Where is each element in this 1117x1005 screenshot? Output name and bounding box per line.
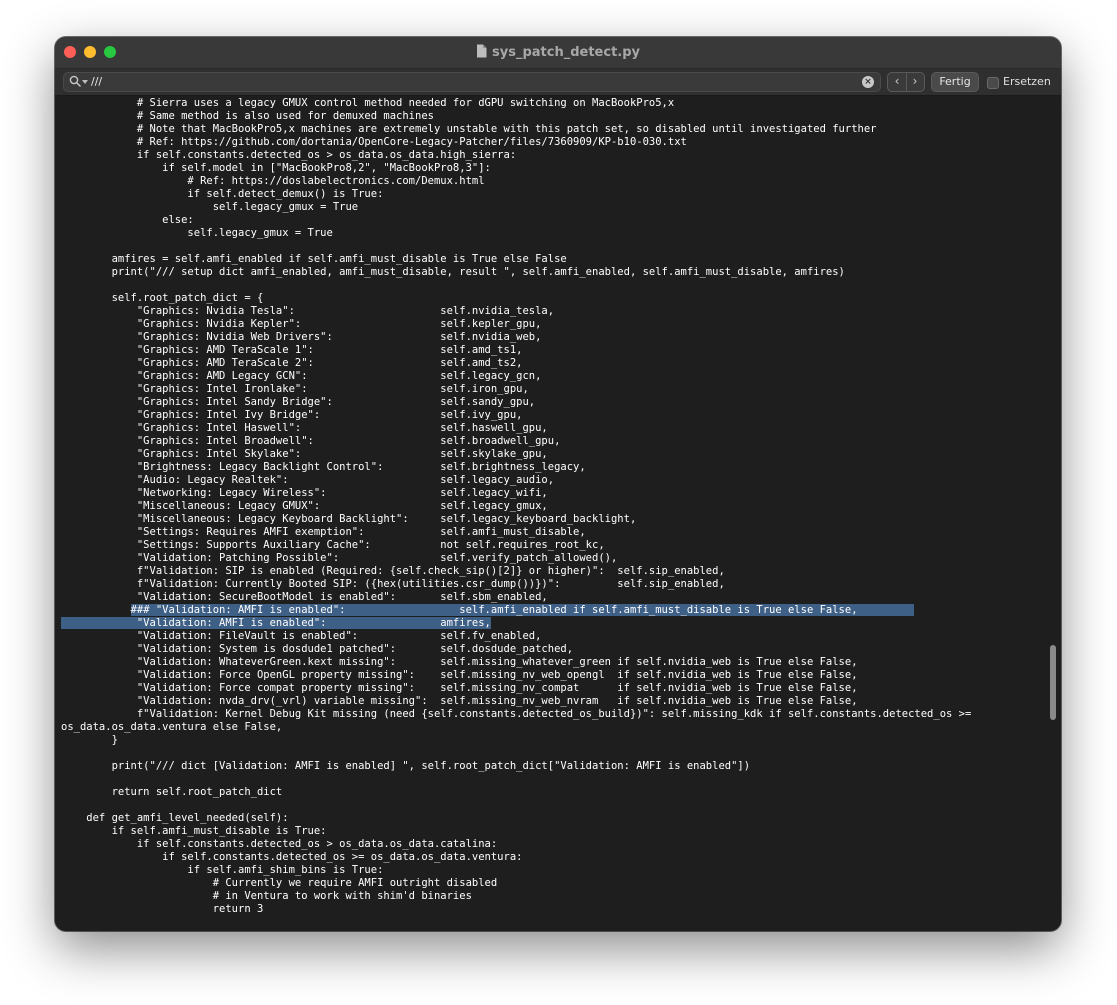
code-line[interactable]: self.root_patch_dict = {: [61, 292, 971, 305]
code-line[interactable]: "Validation: FileVault is enabled": self…: [61, 630, 971, 643]
find-bar: × ‹ › Fertig Ersetzen: [55, 69, 1061, 96]
code-line[interactable]: [61, 773, 971, 786]
code-line[interactable]: if self.constants.detected_os > os_data.…: [61, 149, 971, 162]
code-line[interactable]: else:: [61, 214, 971, 227]
window-title-group: sys_patch_detect.py: [55, 44, 1061, 61]
clear-search-icon[interactable]: ×: [862, 76, 874, 88]
code-line[interactable]: amfires = self.amfi_enabled if self.amfi…: [61, 253, 971, 266]
code-line[interactable]: self.legacy_gmux = True: [61, 201, 971, 214]
code-line[interactable]: "Settings: Requires AMFI exemption": sel…: [61, 526, 971, 539]
code-line[interactable]: # Ref: https://doslabelectronics.com/Dem…: [61, 175, 971, 188]
code-line[interactable]: "Graphics: Intel Haswell": self.haswell_…: [61, 422, 971, 435]
code-text[interactable]: # Sierra uses a legacy GMUX control meth…: [61, 97, 971, 916]
code-line[interactable]: # Sierra uses a legacy GMUX control meth…: [61, 97, 971, 110]
code-line[interactable]: # Note that MacBookPro5,x machines are e…: [61, 123, 971, 136]
code-line[interactable]: [61, 279, 971, 292]
search-input[interactable]: [91, 74, 851, 89]
code-line[interactable]: "Graphics: AMD Legacy GCN": self.legacy_…: [61, 370, 971, 383]
code-line[interactable]: # Currently we require AMFI outright dis…: [61, 877, 971, 890]
code-line[interactable]: "Graphics: Nvidia Kepler": self.kepler_g…: [61, 318, 971, 331]
code-line[interactable]: "Validation: Force OpenGL property missi…: [61, 669, 971, 682]
title-bar: sys_patch_detect.py: [55, 37, 1061, 69]
code-line[interactable]: "Validation: SecureBootModel is enabled"…: [61, 591, 971, 604]
code-line[interactable]: os_data.os_data.ventura else False,: [61, 721, 971, 734]
code-line[interactable]: "Validation: Patching Possible": self.ve…: [61, 552, 971, 565]
code-line[interactable]: if self.constants.detected_os >= os_data…: [61, 851, 971, 864]
code-line[interactable]: "Miscellaneous: Legacy GMUX": self.legac…: [61, 500, 971, 513]
selected-text: ### "Validation: AMFI is enabled": self.…: [130, 604, 915, 616]
code-line[interactable]: "Audio: Legacy Realtek": self.legacy_aud…: [61, 474, 971, 487]
code-line[interactable]: if self.detect_demux() is True:: [61, 188, 971, 201]
code-line[interactable]: [61, 747, 971, 760]
code-line[interactable]: "Graphics: Intel Ironlake": self.iron_gp…: [61, 383, 971, 396]
code-line[interactable]: if self.amfi_shim_bins is True:: [61, 864, 971, 877]
code-line[interactable]: "Graphics: Intel Skylake": self.skylake_…: [61, 448, 971, 461]
code-line[interactable]: "Networking: Legacy Wireless": self.lega…: [61, 487, 971, 500]
selected-text: "Validation: AMFI is enabled": amfires,: [61, 617, 491, 629]
window-title: sys_patch_detect.py: [492, 45, 640, 60]
code-line[interactable]: if self.model in ["MacBookPro8,2", "MacB…: [61, 162, 971, 175]
code-line[interactable]: if self.amfi_must_disable is True:: [61, 825, 971, 838]
replace-label: Ersetzen: [1003, 75, 1051, 88]
code-line[interactable]: "Brightness: Legacy Backlight Control": …: [61, 461, 971, 474]
code-line[interactable]: "Graphics: AMD TeraScale 2": self.amd_ts…: [61, 357, 971, 370]
code-line[interactable]: "Settings: Supports Auxiliary Cache": no…: [61, 539, 971, 552]
code-line[interactable]: return self.root_patch_dict: [61, 786, 971, 799]
code-line[interactable]: "Validation: WhateverGreen.kext missing"…: [61, 656, 971, 669]
code-line[interactable]: print("/// setup dict amfi_enabled, amfi…: [61, 266, 971, 279]
code-line[interactable]: "Graphics: Intel Ivy Bridge": self.ivy_g…: [61, 409, 971, 422]
code-line[interactable]: ### "Validation: AMFI is enabled": self.…: [61, 604, 971, 617]
code-line[interactable]: "Graphics: Nvidia Web Drivers": self.nvi…: [61, 331, 971, 344]
code-line[interactable]: return 3: [61, 903, 971, 916]
code-line[interactable]: # Same method is also used for demuxed m…: [61, 110, 971, 123]
code-line[interactable]: "Graphics: Intel Broadwell": self.broadw…: [61, 435, 971, 448]
vertical-scrollbar[interactable]: [1050, 645, 1056, 720]
code-line[interactable]: f"Validation: Currently Booted SIP: ({he…: [61, 578, 971, 591]
code-line[interactable]: "Graphics: Nvidia Tesla": self.nvidia_te…: [61, 305, 971, 318]
code-line[interactable]: "Validation: Force compat property missi…: [61, 682, 971, 695]
previous-match-button[interactable]: ‹: [888, 73, 907, 91]
search-field[interactable]: ×: [63, 72, 881, 92]
search-icon[interactable]: [69, 75, 81, 87]
done-button[interactable]: Fertig: [931, 72, 979, 92]
code-line[interactable]: [61, 799, 971, 812]
code-line[interactable]: "Validation: AMFI is enabled": amfires,: [61, 617, 971, 630]
code-line[interactable]: "Graphics: AMD TeraScale 1": self.amd_ts…: [61, 344, 971, 357]
replace-checkbox[interactable]: [987, 77, 999, 89]
code-line[interactable]: }: [61, 734, 971, 747]
code-line[interactable]: f"Validation: SIP is enabled (Required: …: [61, 565, 971, 578]
code-line[interactable]: "Graphics: Intel Sandy Bridge": self.san…: [61, 396, 971, 409]
code-line[interactable]: self.legacy_gmux = True: [61, 227, 971, 240]
code-line[interactable]: f"Validation: Kernel Debug Kit missing (…: [61, 708, 971, 721]
code-line[interactable]: [61, 240, 971, 253]
code-line[interactable]: "Validation: nvda_drv(_vrl) variable mis…: [61, 695, 971, 708]
search-options-caret-icon[interactable]: [82, 80, 88, 84]
code-line[interactable]: "Miscellaneous: Legacy Keyboard Backligh…: [61, 513, 971, 526]
document-icon: [477, 44, 487, 58]
code-line[interactable]: "Validation: System is dosdude1 patched"…: [61, 643, 971, 656]
find-navigation: ‹ ›: [887, 72, 925, 92]
code-line[interactable]: def get_amfi_level_needed(self):: [61, 812, 971, 825]
code-line[interactable]: if self.constants.detected_os > os_data.…: [61, 838, 971, 851]
code-editor[interactable]: # Sierra uses a legacy GMUX control meth…: [55, 96, 1061, 931]
editor-window: sys_patch_detect.py × ‹ › Fertig Ersetze…: [55, 37, 1061, 931]
code-line[interactable]: print("/// dict [Validation: AMFI is ena…: [61, 760, 971, 773]
next-match-button[interactable]: ›: [906, 73, 924, 91]
code-line[interactable]: # Ref: https://github.com/dortania/OpenC…: [61, 136, 971, 149]
code-line[interactable]: # in Ventura to work with shim'd binarie…: [61, 890, 971, 903]
